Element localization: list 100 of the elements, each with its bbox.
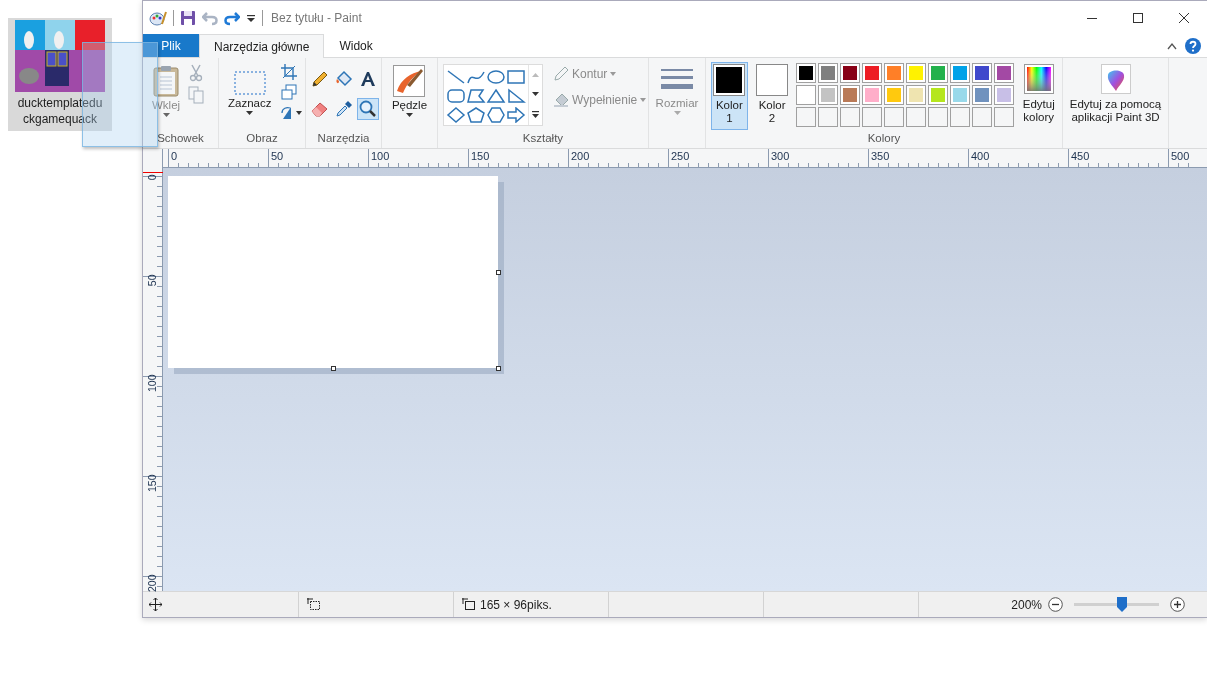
ribbon-tab[interactable]: Narzędzia główne — [199, 34, 325, 58]
group-label: Kolory — [866, 131, 902, 146]
group-label: Obraz — [245, 131, 279, 146]
resize-handle[interactable] — [496, 270, 501, 275]
zoom-in-icon[interactable] — [1170, 597, 1185, 612]
caret-icon[interactable] — [246, 12, 256, 23]
slider-thumb[interactable] — [1116, 597, 1127, 612]
ruler-label: 150 — [145, 474, 159, 492]
file-menu-tab[interactable]: Plik — [143, 34, 199, 57]
ruler-label: 0 — [171, 150, 178, 162]
pencil-icon — [553, 66, 569, 82]
ruler-label: 50 — [271, 150, 284, 162]
expand-gallery-icon[interactable] — [532, 110, 539, 118]
hexagon-icon[interactable] — [486, 106, 506, 123]
triangle-icon[interactable] — [486, 87, 506, 104]
ruler-label: 500 — [1171, 150, 1190, 162]
selection-size-icon — [307, 598, 321, 611]
dashed-rectangle-icon — [233, 71, 266, 95]
group-label: Schowek — [156, 131, 205, 146]
save-icon[interactable] — [180, 9, 196, 26]
close-icon — [1179, 12, 1189, 23]
window-title: Bez tytułu - Paint — [271, 10, 362, 25]
palette-color[interactable] — [994, 63, 1015, 83]
droplet-icon — [1100, 64, 1131, 94]
pentagon-icon[interactable] — [466, 106, 486, 123]
ruler-label: 150 — [471, 150, 490, 162]
caret-icon — [640, 98, 647, 102]
ruler-label: 200 — [145, 574, 159, 592]
crop-icon[interactable] — [281, 64, 298, 80]
cursor-marker — [143, 172, 163, 173]
caret-icon — [246, 111, 254, 115]
caret-icon — [162, 113, 170, 117]
palette-color[interactable] — [928, 63, 949, 83]
palette-color[interactable] — [972, 85, 993, 105]
maximize-icon — [1133, 12, 1143, 23]
magnifier-tool[interactable] — [356, 98, 379, 120]
color-slot-button[interactable]: Kolor 2 — [753, 62, 791, 130]
collapse-caret-icon[interactable] — [1167, 41, 1177, 50]
file-name: ducktemplatedu ckgamequack — [17, 95, 103, 127]
ruler-label: 250 — [671, 150, 690, 162]
caret-icon — [406, 113, 413, 117]
ruler-label: 100 — [145, 374, 159, 392]
ruler-label: 350 — [871, 150, 890, 162]
palette-color[interactable] — [796, 63, 817, 83]
palette-color[interactable] — [840, 63, 861, 83]
scroll-down-icon[interactable] — [532, 91, 539, 96]
caret-icon — [673, 111, 681, 115]
palette-color[interactable] — [994, 85, 1015, 105]
paint-3d-button[interactable]: Edytuj za pomocą aplikacji Paint 3D — [1068, 62, 1163, 148]
palette-color[interactable] — [928, 85, 949, 105]
group-label: Narzędzia — [316, 131, 371, 146]
ruler-label: 450 — [1071, 150, 1090, 162]
rounded-rectangle-icon[interactable] — [446, 87, 466, 104]
help-icon[interactable] — [1185, 37, 1201, 54]
ruler-label: 200 — [571, 150, 590, 162]
rotate-icon[interactable] — [281, 104, 304, 120]
desktop-icon[interactable]: ducktemplatedu ckgamequack — [8, 18, 112, 131]
line-icon[interactable] — [446, 68, 466, 85]
resize-handle[interactable] — [496, 366, 501, 371]
polygon-icon[interactable] — [466, 87, 486, 104]
palette-color[interactable] — [862, 63, 883, 83]
image-size-icon — [462, 598, 476, 611]
caret-icon — [610, 72, 617, 76]
palette-color[interactable] — [972, 63, 993, 83]
palette-color[interactable] — [884, 85, 905, 105]
palette-color[interactable] — [840, 85, 861, 105]
ruler-label: 0 — [145, 174, 159, 182]
edit-colors-button[interactable]: Edytuj kolory — [1020, 62, 1057, 130]
palette-color[interactable] — [862, 85, 883, 105]
paint-bucket-icon — [553, 92, 569, 108]
image-size: 165 × 96piks. — [480, 597, 552, 612]
palette-color[interactable] — [796, 85, 817, 105]
redo-icon[interactable] — [224, 9, 240, 26]
color-slot-button[interactable]: Kolor 1 — [711, 62, 748, 130]
ruler-label: 100 — [371, 150, 390, 162]
select-button[interactable]: Zaznacz — [224, 62, 276, 130]
ruler-label: 400 — [971, 150, 990, 162]
zoom-level: 200% — [1011, 597, 1042, 612]
ribbon-tab[interactable]: Widok — [324, 34, 388, 57]
palette-color[interactable] — [950, 85, 971, 105]
oval-icon[interactable] — [486, 68, 506, 85]
ruler-label: 300 — [771, 150, 790, 162]
palette-icon[interactable] — [149, 9, 167, 26]
rainbow-square-icon — [1023, 64, 1054, 94]
brush-icon — [393, 65, 426, 97]
rectangle-icon[interactable] — [506, 68, 526, 85]
palette-color[interactable] — [818, 85, 839, 105]
zoom-out-icon[interactable] — [1048, 597, 1063, 612]
right-triangle-icon[interactable] — [506, 87, 526, 104]
palette-color[interactable] — [818, 63, 839, 83]
palette-color[interactable] — [906, 63, 927, 83]
resize-handle[interactable] — [331, 366, 336, 371]
arrow-icon[interactable] — [506, 106, 526, 123]
palette-color[interactable] — [884, 63, 905, 83]
move-cursor-icon — [149, 598, 162, 611]
palette-color[interactable] — [950, 63, 971, 83]
group-label: Kształty — [521, 131, 565, 146]
palette-color[interactable] — [906, 85, 927, 105]
brushes-button[interactable]: Pędzle — [387, 62, 432, 148]
diamond-icon[interactable] — [446, 106, 466, 123]
